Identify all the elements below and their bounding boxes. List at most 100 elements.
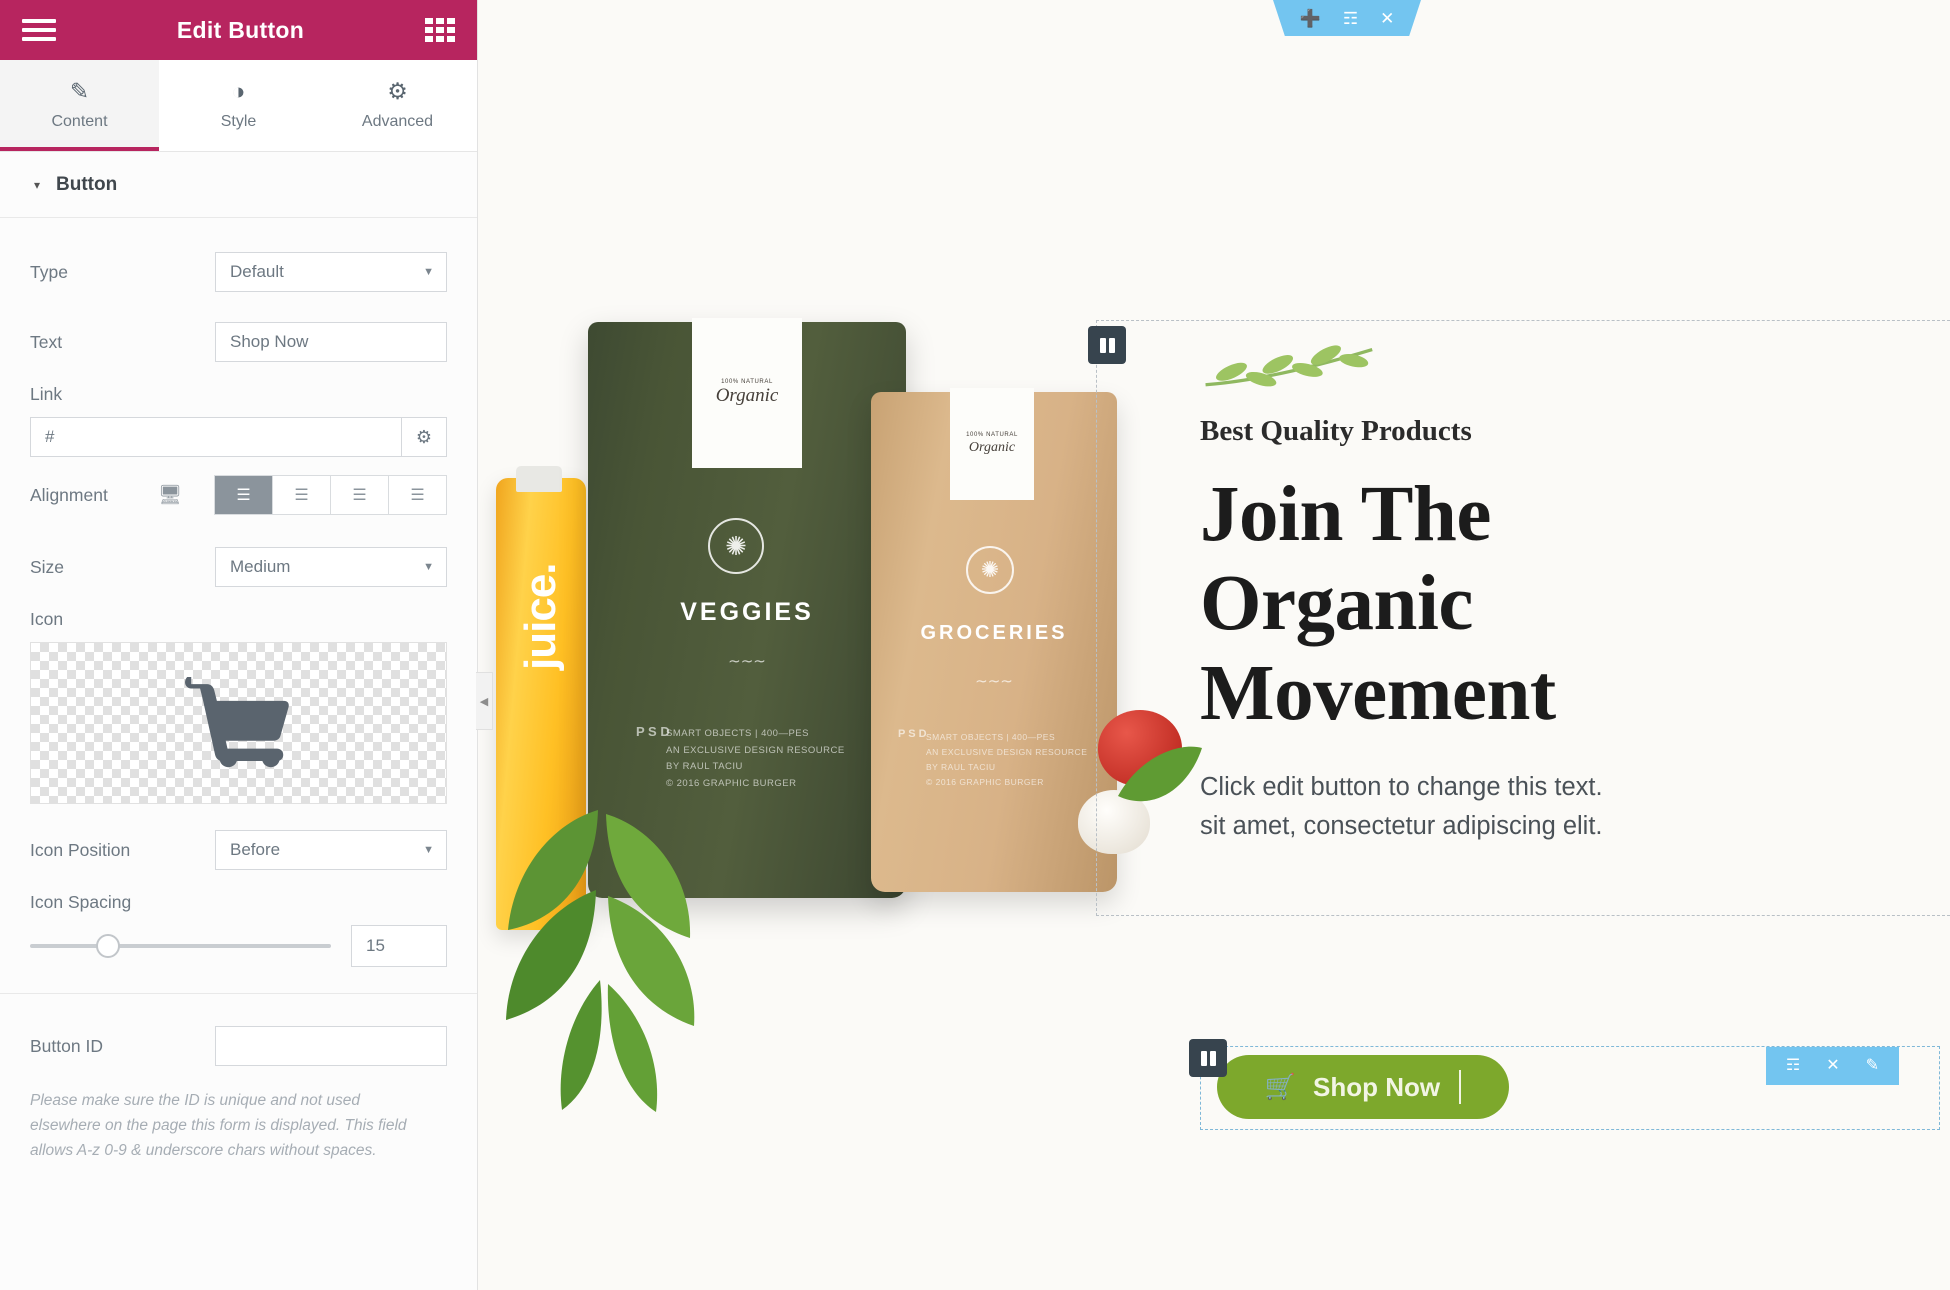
tab-label: Advanced [361,113,434,130]
tab-content[interactable]: ✎ Content [0,60,159,151]
field-row-icon-spacing: Icon Spacing 15 [30,892,447,967]
gear-icon: ⚙ [387,78,408,104]
hero-headline: Join The Organic Movement [1200,470,1940,738]
button-id-help-text: Please make sure the ID is unique and no… [30,1092,407,1160]
chevron-down-icon: ▾ [34,177,41,192]
type-label: Type [30,261,68,282]
text-input[interactable]: Shop Now [215,322,447,362]
button-widget-selection[interactable]: ☶ ✕ ✎ 🛒 Shop Now [1189,1039,1940,1130]
hero-paragraph: Click edit button to change this text. s… [1200,768,1940,846]
hero-eyebrow: Best Quality Products [1200,415,1472,447]
pencil-icon[interactable]: ✎ [1866,1058,1879,1074]
align-left-button[interactable]: ☰ [215,476,273,514]
size-select[interactable]: Medium ▼ [215,547,447,587]
icon-spacing-slider[interactable] [30,934,331,958]
section-toolbar[interactable]: ➕ ☶ ✕ [1273,0,1421,36]
link-value: # [45,427,55,446]
panel-header: Edit Button [0,0,477,60]
chevron-down-icon: ▼ [423,844,434,856]
field-row-icon-position: Icon Position Before ▼ [30,822,447,878]
paragraph-line: sit amet, consectetur adipiscing elit. [1200,811,1603,840]
icon-spacing-number-input[interactable]: 15 [351,925,447,967]
panel-tabs[interactable]: ✎ Content ◑ Style ⚙ Advanced [0,60,477,152]
grid-apps-icon[interactable] [425,18,455,42]
headline-line: Organic [1200,560,1473,648]
hamburger-icon[interactable] [22,19,56,41]
field-row-link: Link # ⚙ [30,384,447,457]
panel-collapse-button[interactable]: ◀ [476,672,493,730]
bag-kraft-logo-small: 100% NATURAL [966,432,1018,438]
widget-toolbar[interactable]: ☶ ✕ ✎ [1765,1047,1899,1085]
section-header-button[interactable]: ▾ Button [0,152,477,218]
size-label: Size [30,556,65,577]
grid-dots-icon[interactable]: ☶ [1343,10,1358,27]
align-center-button[interactable]: ☰ [273,476,331,514]
icon-position-label: Icon Position [30,839,131,860]
headline-line: Movement [1200,649,1556,737]
meta-line: AN EXCLUSIVE DESIGN RESOURCE [666,744,845,756]
contrast-circle-icon: ◑ [231,78,246,104]
link-options-gear-icon[interactable]: ⚙ [400,417,447,457]
field-row-size: Size Medium ▼ [30,539,447,595]
form-divider [0,993,477,994]
button-widget-wrapper: ☶ ✕ ✎ 🛒 Shop Now [1189,1039,1940,1130]
bag-green-title: VEGGIES [680,598,814,626]
grid-dots-icon[interactable]: ☶ [1786,1058,1800,1074]
field-row-alignment: Alignment 🖥 ☰ ☰ ☰ ☰ [30,467,447,523]
bag-green-psd: P S D [636,724,670,739]
icon-position-select[interactable]: Before ▼ [215,830,447,870]
bag-kraft-label-card: 100% NATURAL Organic [950,388,1034,500]
meta-line: SMART OBJECTS | 400—PES [666,728,809,739]
add-section-plus-icon[interactable]: ➕ [1300,10,1321,27]
tab-advanced[interactable]: ⚙ Advanced [318,60,477,151]
icon-spacing-label: Icon Spacing [30,892,132,912]
slider-knob[interactable] [96,934,121,958]
text-label: Text [30,331,63,352]
button-id-input[interactable] [215,1026,447,1066]
button-id-label: Button ID [30,1035,103,1056]
hero-text-block: Best Quality Products Join The Organic M… [1200,344,1940,845]
section-title: Button [56,173,118,195]
shop-now-button[interactable]: 🛒 Shop Now [1217,1055,1509,1119]
editor-canvas[interactable]: ➕ ☶ ✕ juice. 100% NATURAL Organic ✺ VEGG… [478,0,1950,1290]
settings-form: Type Default ▼ Text Shop Now Link # ⚙ Al… [0,218,477,1163]
tab-label: Content [51,113,108,130]
widget-settings-panel: Edit Button ✎ Content ◑ Style ⚙ Advanced… [0,0,493,1290]
size-value: Medium [230,557,291,576]
bag-green-squiggle: ∼∼∼ [728,653,766,670]
bottle-cap [516,466,562,492]
field-row-text: Text Shop Now [30,314,447,370]
close-icon[interactable]: ✕ [1826,1058,1839,1074]
bag-kraft-psd: P S D [898,728,927,740]
bag-green-label-card: 100% NATURAL Organic [692,318,802,468]
bag-green-logo-big: Organic [715,385,779,406]
alignment-segmented-control[interactable]: ☰ ☰ ☰ ☰ [214,475,447,515]
bag-kraft-logo-big: Organic [968,440,1016,455]
column-handle-icon[interactable] [1088,326,1126,364]
bag-kraft-seal-icon: ✺ [966,546,1014,594]
align-right-button[interactable]: ☰ [331,476,389,514]
desktop-icon[interactable]: 🖥 [158,483,214,507]
icon-preview-shopping-cart-icon[interactable] [30,642,447,804]
bag-kraft-squiggle: ∼∼∼ [975,673,1013,690]
text-value: Shop Now [230,332,309,351]
close-icon[interactable]: ✕ [1380,10,1394,27]
bag-kraft-title: GROCERIES [920,622,1068,644]
align-justify-button[interactable]: ☰ [389,476,446,514]
headline-line: Join The [1200,471,1491,558]
page-title: Edit Button [176,16,305,43]
olive-branch-icon [1205,345,1373,387]
tab-label: Style [220,113,257,130]
type-select[interactable]: Default ▼ [215,252,447,292]
type-value: Default [230,262,284,281]
bag-green-seal-icon: ✺ [708,518,764,574]
link-input[interactable]: # [30,417,401,457]
widget-handle-icon[interactable] [1189,1039,1227,1077]
shopping-cart-icon [184,677,289,768]
pencil-icon: ✎ [69,78,90,104]
editor-root: ➕ ☶ ✕ juice. 100% NATURAL Organic ✺ VEGG… [0,0,1950,1290]
hero-section: juice. 100% NATURAL Organic ✺ VEGGIES ∼∼… [478,0,1950,1290]
field-row-button-id: Button ID [30,1018,447,1074]
tab-style[interactable]: ◑ Style [159,60,318,151]
shop-now-label: Shop Now [1313,1071,1441,1102]
